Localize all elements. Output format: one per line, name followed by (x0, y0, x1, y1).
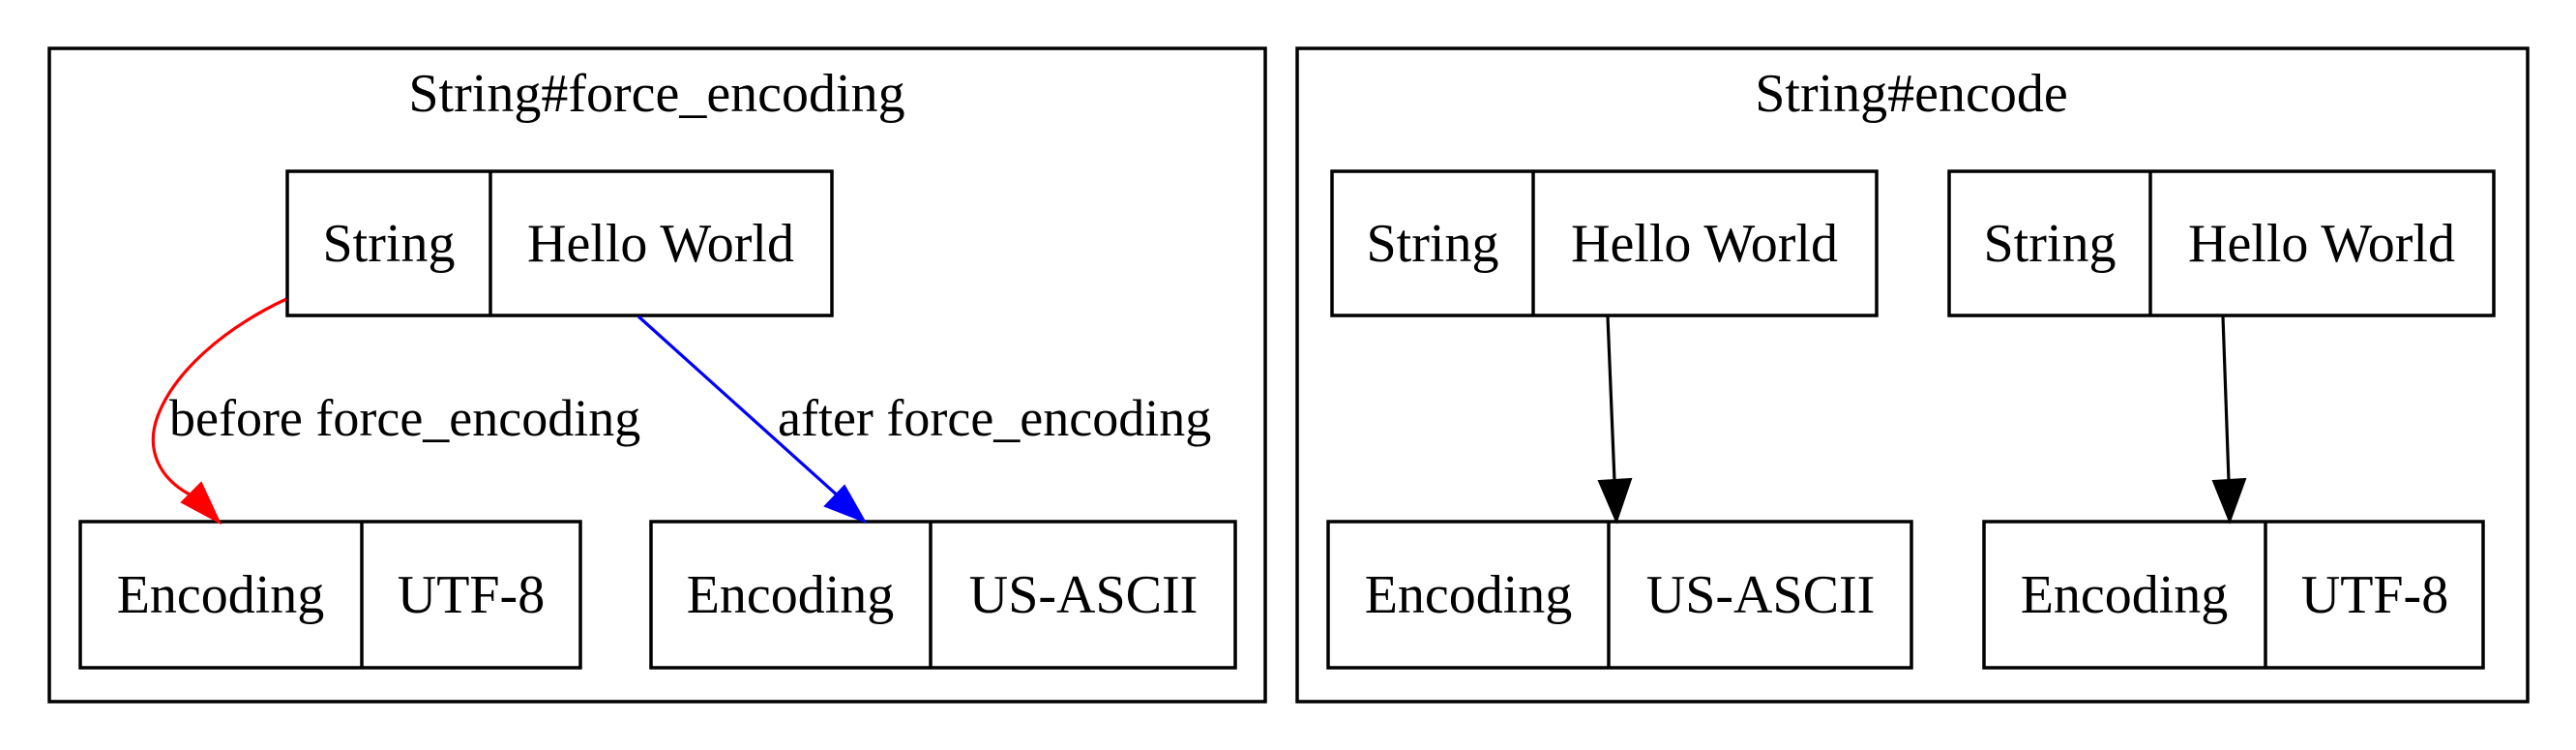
node-value-label: Hello World (2188, 214, 2455, 274)
diagram-canvas: String#force_encoding String Hello World… (47, 46, 2530, 704)
node-value-label: US-ASCII (1646, 565, 1875, 625)
edge-line (1606, 315, 1616, 482)
node-encoding-left[interactable]: Encoding US-ASCII (1326, 520, 1913, 670)
edge-line (2221, 315, 2231, 482)
cluster-force-encoding: String#force_encoding String Hello World… (47, 46, 1267, 704)
edge-label: before force_encoding (169, 389, 640, 447)
edge-label: after force_encoding (778, 389, 1211, 447)
node-encoding-right[interactable]: Encoding UTF-8 (1982, 520, 2485, 670)
node-type-label: Encoding (1365, 565, 1573, 625)
node-type-label: Encoding (117, 565, 325, 625)
node-encoding-after[interactable]: Encoding US-ASCII (649, 520, 1237, 670)
node-type-label: String (323, 214, 456, 274)
node-type-label: Encoding (687, 565, 895, 625)
node-value-label: UTF-8 (2301, 565, 2448, 625)
node-value-label: US-ASCII (969, 565, 1198, 625)
node-value-label: Hello World (1571, 214, 1838, 274)
node-encoding-before[interactable]: Encoding UTF-8 (78, 520, 582, 670)
node-type-label: Encoding (2021, 565, 2229, 625)
cluster-title: String#encode (1755, 64, 2067, 124)
cluster-encode: String#encode String Hello World String … (1295, 46, 2530, 704)
edge-encode-left[interactable] (1597, 315, 1633, 525)
edge-after-force-encoding[interactable]: after force_encoding (637, 315, 1211, 524)
node-value-label: Hello World (527, 214, 794, 274)
node-type-label: String (1367, 214, 1499, 274)
node-value-label: UTF-8 (398, 565, 545, 625)
node-type-label: String (1984, 214, 2117, 274)
node-string-source-left[interactable]: String Hello World (1330, 169, 1879, 317)
arrowhead-icon (1597, 477, 1633, 525)
edge-encode-right[interactable] (2211, 315, 2247, 525)
edge-before-force-encoding[interactable]: before force_encoding (151, 297, 640, 525)
cluster-title: String#force_encoding (408, 64, 904, 124)
arrowhead-icon (2211, 477, 2247, 525)
arrowhead-icon (180, 481, 222, 525)
node-string-source-right[interactable]: String Hello World (1947, 169, 2496, 317)
node-string-source[interactable]: String Hello World (285, 169, 834, 317)
